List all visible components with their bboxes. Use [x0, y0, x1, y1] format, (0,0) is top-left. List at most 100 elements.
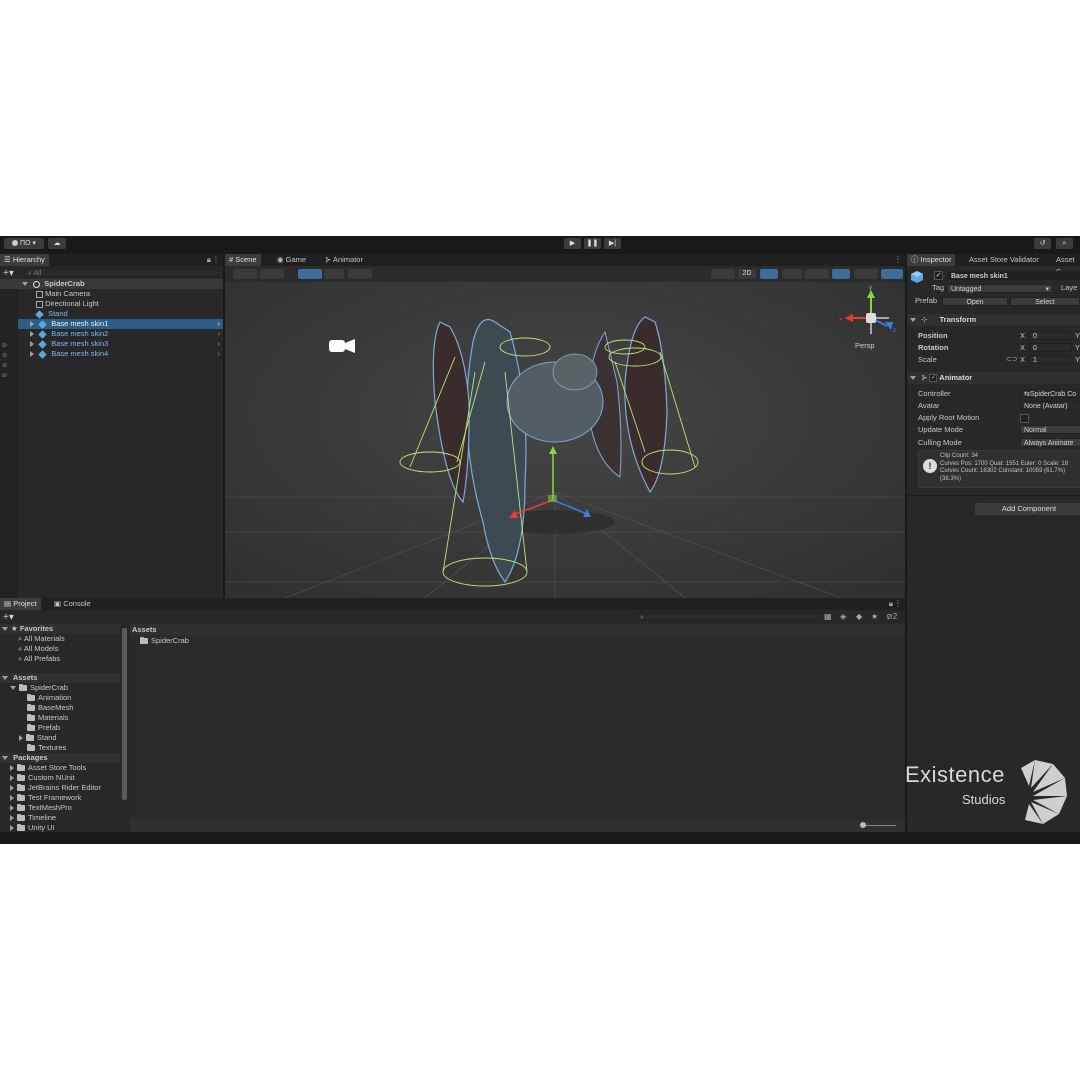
link-icon[interactable]: ⊂⊃: [1006, 355, 1018, 365]
toggle-2d-button[interactable]: 2D: [738, 269, 756, 279]
tab-hierarchy[interactable]: ☰ Hierarchy: [0, 254, 49, 266]
package-item[interactable]: Unity UI: [10, 823, 55, 832]
hidden-packages-toggle[interactable]: ⊘2: [886, 612, 897, 621]
lock-icon[interactable]: 🔒︎: [889, 599, 893, 609]
gizmos-dropdown[interactable]: [881, 269, 903, 279]
tab-asset-s[interactable]: Asset S: [1052, 254, 1080, 276]
folder-spidercrab[interactable]: SpiderCrab: [10, 683, 68, 693]
grid-snap-dropdown[interactable]: [324, 269, 344, 279]
draw-mode-dropdown[interactable]: [233, 269, 257, 279]
breadcrumb-assets[interactable]: Assets: [132, 624, 157, 635]
folder-item[interactable]: BaseMesh: [27, 703, 73, 713]
tab-scene[interactable]: # Scene: [225, 254, 261, 266]
rotation-x-field[interactable]: 0: [1029, 343, 1072, 352]
chevron-right-icon[interactable]: ›: [218, 329, 221, 339]
account-dropdown[interactable]: ПО ▾: [4, 238, 44, 249]
step-button[interactable]: ▶|: [604, 238, 621, 249]
tab-game[interactable]: ◉ Game: [273, 254, 310, 266]
more-icon[interactable]: ⋮: [894, 599, 902, 608]
hierarchy-item-base-mesh-skin2[interactable]: Base mesh skin2 ›: [18, 329, 223, 339]
tab-project[interactable]: ▤ Project: [0, 598, 41, 610]
object-name-field[interactable]: Base mesh skin1: [947, 271, 1080, 280]
animator-header[interactable]: ⊱ ✓ Animator: [907, 372, 1080, 384]
history-button[interactable]: ↺: [1034, 238, 1051, 249]
folder-item[interactable]: Textures: [27, 743, 66, 753]
folder-item[interactable]: Animation: [27, 693, 71, 703]
search-button[interactable]: ⌕: [1056, 238, 1073, 249]
favorite-item[interactable]: ⌕ All Prefabs: [18, 654, 60, 664]
scale-x-field[interactable]: 1: [1029, 355, 1072, 364]
apply-root-motion-checkbox[interactable]: [1020, 414, 1029, 423]
eye-slash-icon[interactable]: ⊘: [2, 351, 7, 361]
favorite-item[interactable]: ⌕ All Materials: [18, 634, 65, 644]
folder-item[interactable]: Materials: [27, 713, 68, 723]
star-icon[interactable]: ★: [871, 612, 878, 621]
tag-icon[interactable]: ◆: [856, 612, 862, 621]
audio-toggle[interactable]: [782, 269, 802, 279]
more-icon[interactable]: ⋮: [212, 255, 220, 264]
tab-asset-store-validator[interactable]: Asset Store Validator: [965, 254, 1043, 266]
hierarchy-item-directional-light[interactable]: Directional Light: [36, 299, 99, 309]
favorites-header[interactable]: ★ Favorites: [0, 624, 120, 634]
eye-slash-icon[interactable]: ⊘: [2, 361, 7, 371]
tab-animator[interactable]: ⊱ Animator: [321, 254, 367, 266]
package-item[interactable]: TextMeshPro: [10, 803, 72, 813]
zoom-slider-track[interactable]: [862, 825, 896, 826]
add-component-button[interactable]: Add Component: [975, 503, 1080, 515]
shading-mode-dropdown[interactable]: [711, 269, 735, 279]
search-by-label-icon[interactable]: ◈: [840, 612, 846, 621]
transform-header[interactable]: ⊹ Transform: [907, 314, 1080, 326]
chevron-right-icon[interactable]: ›: [218, 319, 221, 329]
package-item[interactable]: JetBrains Rider Editor: [10, 783, 101, 793]
packages-header[interactable]: Packages: [0, 753, 120, 763]
hierarchy-item-main-camera[interactable]: Main Camera: [36, 289, 90, 299]
lock-icon[interactable]: 🔒︎: [207, 255, 211, 265]
pause-button[interactable]: ❚❚: [584, 238, 601, 249]
scene-viewport[interactable]: y x z Persp: [225, 282, 905, 614]
tab-inspector[interactable]: ⓘ Inspector: [907, 254, 956, 266]
visibility-toggles[interactable]: ⊘ ⊘ ⊘ ⊘: [2, 341, 7, 381]
camera-gizmo-icon[interactable]: [329, 339, 355, 353]
hidden-objects-toggle[interactable]: [832, 269, 850, 279]
hierarchy-item-stand[interactable]: Stand: [35, 309, 68, 319]
assets-header[interactable]: Assets: [0, 673, 120, 683]
tab-console[interactable]: ▣ Console: [50, 598, 95, 610]
zoom-slider-handle[interactable]: [860, 822, 866, 828]
eye-slash-icon[interactable]: ⊘: [2, 341, 7, 351]
project-search-input[interactable]: ⌕: [636, 612, 822, 621]
controller-field[interactable]: ⇆SpiderCrab Co: [1020, 389, 1080, 398]
more-icon[interactable]: ⋮: [894, 255, 902, 264]
package-item[interactable]: Test Framework: [10, 793, 81, 803]
hierarchy-search-input[interactable]: ⌕ All: [24, 268, 219, 277]
prefab-select-button[interactable]: Select: [1010, 297, 1080, 306]
search-by-type-icon[interactable]: ▦: [824, 612, 832, 621]
avatar-field[interactable]: None (Avatar): [1020, 401, 1080, 410]
tree-scrollbar[interactable]: [122, 628, 127, 800]
snap-dropdown[interactable]: [298, 269, 322, 279]
folder-item[interactable]: Stand: [19, 733, 57, 743]
package-item[interactable]: Asset Store Tools: [10, 763, 86, 773]
culling-mode-dropdown[interactable]: Always Animate: [1020, 438, 1080, 447]
hierarchy-item-base-mesh-skin1[interactable]: Base mesh skin1 ›: [18, 319, 223, 329]
lighting-toggle[interactable]: [760, 269, 778, 279]
create-asset-button[interactable]: +▾: [3, 612, 14, 623]
increment-snap-dropdown[interactable]: [348, 269, 372, 279]
package-item[interactable]: Custom NUnit: [10, 773, 75, 783]
favorite-item[interactable]: ⌕ All Models: [18, 644, 58, 654]
active-checkbox[interactable]: ✓: [934, 271, 943, 280]
cloud-button[interactable]: ☁: [48, 238, 66, 249]
tag-dropdown[interactable]: Untagged ▾: [947, 284, 1053, 293]
persp-label[interactable]: Persp: [855, 341, 875, 350]
chevron-right-icon[interactable]: ›: [218, 339, 221, 349]
eye-slash-icon[interactable]: ⊘: [2, 371, 7, 381]
animator-enabled-checkbox[interactable]: ✓: [929, 374, 938, 383]
camera-settings-dropdown[interactable]: [854, 269, 878, 279]
gizmo-space-dropdown[interactable]: [260, 269, 284, 279]
hierarchy-item-base-mesh-skin3[interactable]: Base mesh skin3 ›: [18, 339, 223, 349]
folder-item[interactable]: Prefab: [27, 723, 60, 733]
chevron-right-icon[interactable]: ›: [218, 349, 221, 359]
asset-folder-spidercrab[interactable]: SpiderCrab: [140, 636, 189, 646]
hierarchy-root-row[interactable]: SpiderCrab: [0, 279, 223, 289]
prefab-open-button[interactable]: Open: [942, 297, 1008, 306]
update-mode-dropdown[interactable]: Normal: [1020, 425, 1080, 434]
